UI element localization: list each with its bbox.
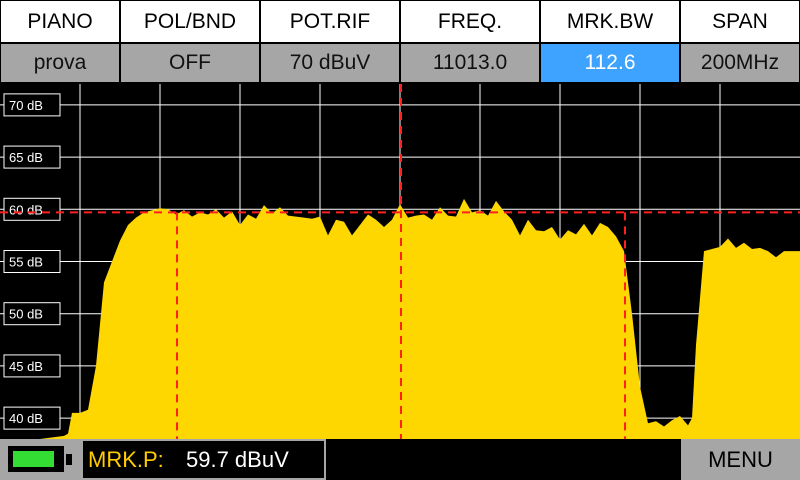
y-tick-label: 50 dB bbox=[9, 307, 43, 322]
value-pot-rif[interactable]: 70 dBuV bbox=[260, 43, 400, 83]
value-piano[interactable]: prova bbox=[0, 43, 120, 83]
value-span[interactable]: 200MHz bbox=[680, 43, 800, 83]
battery-icon bbox=[8, 446, 64, 472]
value-pol-bnd[interactable]: OFF bbox=[120, 43, 260, 83]
y-tick-label: 55 dB bbox=[9, 255, 43, 270]
tab-pol-bnd[interactable]: POL/BND bbox=[120, 0, 260, 43]
mrk-p-value: 59.7 dBuV bbox=[186, 446, 289, 472]
tab-piano[interactable]: PIANO bbox=[0, 0, 120, 43]
y-tick-label: 45 dB bbox=[9, 359, 43, 374]
battery-tip bbox=[66, 454, 72, 465]
tab-mrk-bw[interactable]: MRK.BW bbox=[540, 0, 680, 43]
y-tick-label: 60 dB bbox=[9, 202, 43, 217]
header-title-row: PIANO POL/BND POT.RIF FREQ. MRK.BW SPAN bbox=[0, 0, 800, 43]
menu-button[interactable]: MENU bbox=[680, 439, 800, 480]
battery-fill bbox=[13, 451, 54, 467]
mrk-p-label: MRK.P: bbox=[88, 446, 164, 472]
tab-freq[interactable]: FREQ. bbox=[400, 0, 540, 43]
marker-power-readout: MRK.P: 59.7 dBuV bbox=[81, 439, 326, 480]
y-tick-label: 65 dB bbox=[9, 150, 43, 165]
value-freq[interactable]: 11013.0 bbox=[400, 43, 540, 83]
spectrum-chart: 70 dB 65 dB 60 dB 55 dB 50 dB 45 dB 40 dB bbox=[0, 84, 800, 439]
header-value-row: prova OFF 70 dBuV 11013.0 112.6 200MHz bbox=[0, 43, 800, 83]
y-tick-label: 70 dB bbox=[9, 98, 43, 113]
battery-indicator bbox=[0, 439, 81, 480]
tab-pot-rif[interactable]: POT.RIF bbox=[260, 0, 400, 43]
y-tick-label: 40 dB bbox=[9, 411, 43, 426]
value-mrk-bw[interactable]: 112.6 bbox=[540, 43, 680, 83]
tab-span[interactable]: SPAN bbox=[680, 0, 800, 43]
